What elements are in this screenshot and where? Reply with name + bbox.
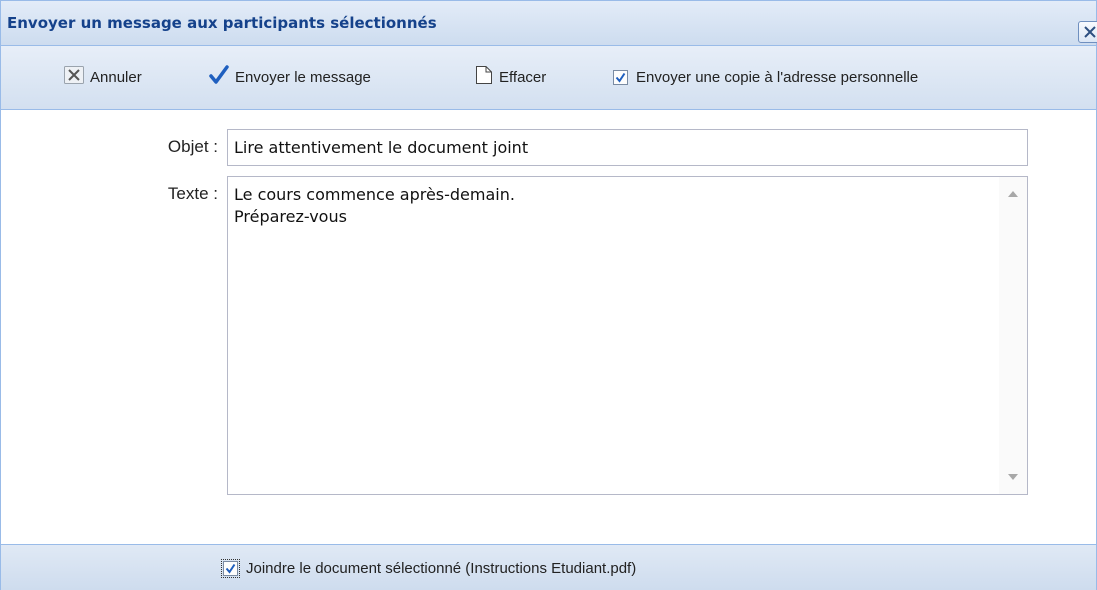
close-button[interactable] bbox=[1078, 21, 1097, 43]
message-textarea[interactable]: Le cours commence après-demain. Préparez… bbox=[227, 176, 1028, 495]
dialog-footer: Joindre le document sélectionné (Instruc… bbox=[1, 544, 1096, 590]
attach-document-option[interactable]: Joindre le document sélectionné (Instruc… bbox=[221, 559, 636, 578]
send-message-label: Envoyer le message bbox=[235, 68, 371, 86]
blank-document-icon bbox=[475, 65, 493, 89]
message-text: Le cours commence après-demain. Préparez… bbox=[234, 185, 515, 226]
textarea-scrollbar[interactable] bbox=[999, 177, 1027, 494]
text-label: Texte : bbox=[167, 184, 218, 203]
send-copy-option[interactable]: Envoyer une copie à l'adresse personnell… bbox=[613, 66, 918, 88]
dialog-toolbar: Annuler Envoyer le message Effacer Envoy… bbox=[1, 46, 1096, 110]
send-message-button[interactable]: Envoyer le message bbox=[209, 65, 371, 89]
subject-label: Objet : bbox=[167, 137, 218, 156]
focus-outline bbox=[221, 559, 240, 578]
clear-button[interactable]: Effacer bbox=[475, 66, 546, 88]
cancel-button[interactable]: Annuler bbox=[64, 66, 142, 88]
send-copy-checkbox[interactable] bbox=[613, 69, 628, 85]
scroll-down-arrow-icon[interactable] bbox=[1008, 474, 1018, 480]
scroll-up-arrow-icon[interactable] bbox=[1008, 191, 1018, 197]
checkmark-icon bbox=[209, 65, 229, 89]
cancel-label: Annuler bbox=[90, 68, 142, 86]
message-dialog: Envoyer un message aux participants séle… bbox=[0, 0, 1097, 590]
send-copy-label: Envoyer une copie à l'adresse personnell… bbox=[636, 68, 919, 86]
dialog-title: Envoyer un message aux participants séle… bbox=[7, 14, 437, 32]
attach-document-checkbox[interactable] bbox=[223, 561, 238, 576]
dialog-titlebar[interactable]: Envoyer un message aux participants séle… bbox=[1, 1, 1097, 46]
x-icon bbox=[64, 66, 84, 88]
subject-input[interactable] bbox=[227, 129, 1028, 166]
clear-label: Effacer bbox=[499, 68, 547, 86]
attach-document-label: Joindre le document sélectionné (Instruc… bbox=[246, 560, 637, 577]
